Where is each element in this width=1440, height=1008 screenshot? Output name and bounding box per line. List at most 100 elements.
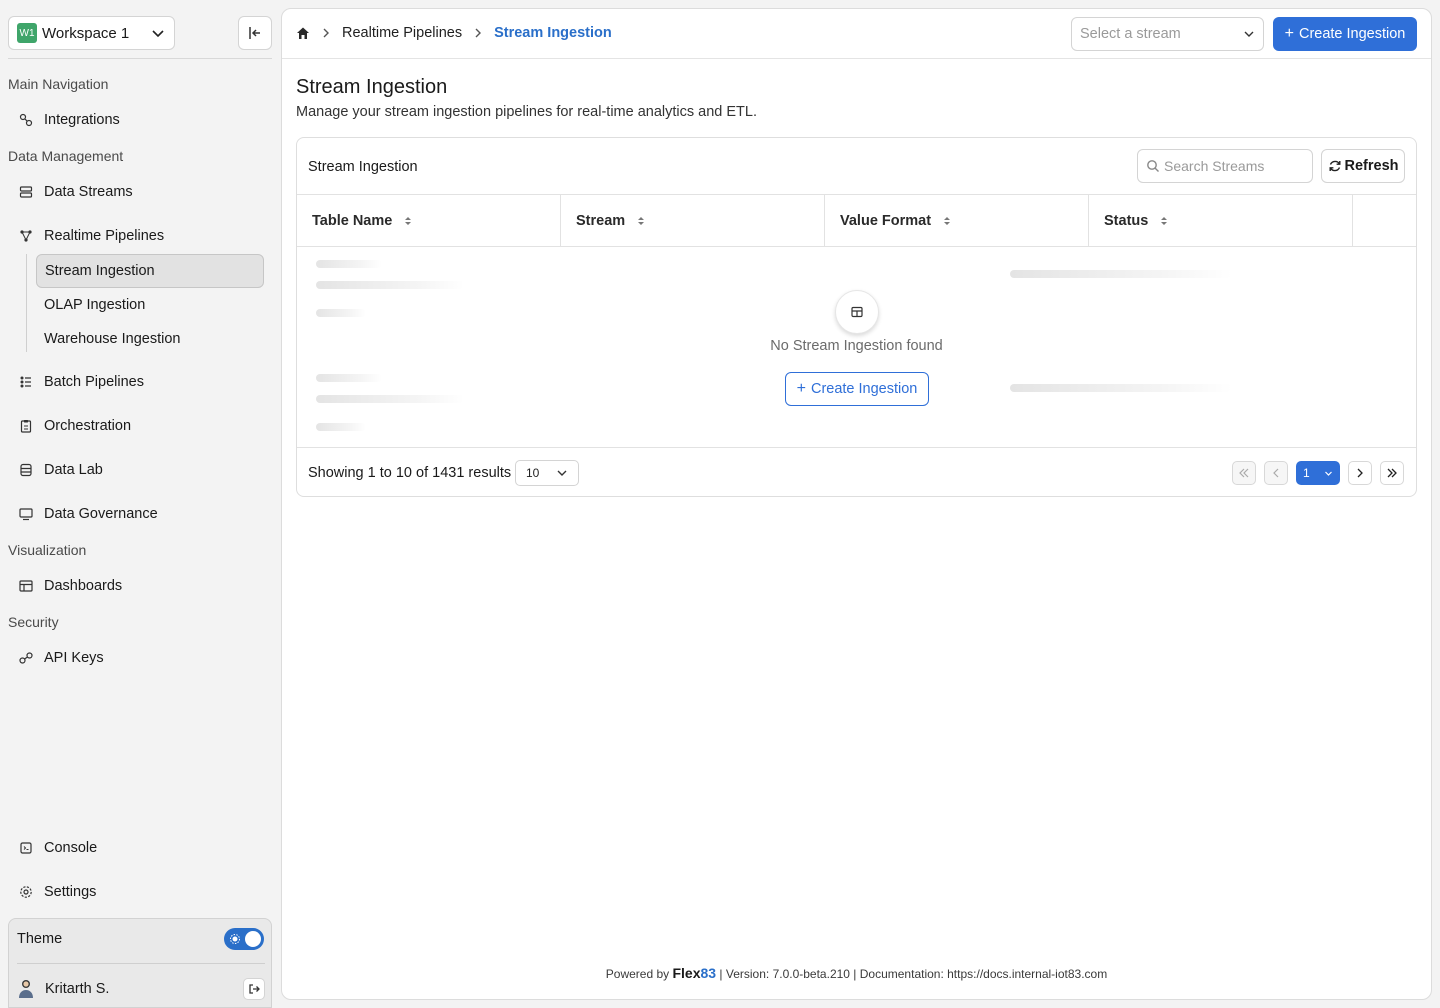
submenu-line [26,254,27,352]
collapse-sidebar-button[interactable] [238,16,272,50]
sort-icon [405,217,412,225]
stream-select[interactable]: Select a stream [1071,17,1264,51]
create-ingestion-label: Create Ingestion [1298,26,1406,42]
theme-divider [17,963,265,964]
breadcrumb: Realtime Pipelines Stream Ingestion [296,25,612,41]
gear-icon [18,884,34,900]
column-header-table-name[interactable]: Table Name [297,195,561,247]
skeleton-line [316,309,366,317]
sidebar-divider [8,58,272,59]
sidebar-item-api-keys[interactable]: API Keys [8,641,272,675]
logout-icon [249,984,260,994]
search-placeholder: Search Streams [1164,158,1265,174]
sidebar-item-data-streams[interactable]: Data Streams [8,175,272,209]
sun-icon [230,934,240,944]
brand-logo-text: Flex [672,965,701,981]
empty-state-text: No Stream Ingestion found [770,338,943,354]
column-header-value-format[interactable]: Value Format [825,195,1089,247]
current-page-value: 1 [1303,466,1310,480]
main-panel: Realtime Pipelines Stream Ingestion Sele… [281,8,1432,1000]
user-name: Kritarth S. [45,981,110,997]
refresh-icon [1329,160,1340,172]
column-header-status[interactable]: Status [1089,195,1353,247]
version-docs-text: | Version: 7.0.0-beta.210 | Documentatio… [719,967,1108,981]
dashboard-icon [18,578,34,594]
workspace-name: Workspace 1 [42,24,130,42]
sidebar-item-label: Settings [44,884,97,900]
page-size-value: 10 [526,466,540,480]
page-size-select[interactable]: 10 [515,460,579,486]
double-chevron-left-icon [1239,468,1249,478]
sidebar-item-console[interactable]: Console [8,831,272,865]
sidebar-item-label: Realtime Pipelines [44,228,165,244]
column-header-stream[interactable]: Stream [561,195,825,247]
first-page-button[interactable] [1232,461,1256,485]
sidebar-item-data-governance[interactable]: Data Governance [8,497,272,531]
skeleton-line [316,260,382,268]
refresh-label: Refresh [1344,158,1399,174]
workspace-badge: W1 [17,23,37,43]
sort-icon [1161,217,1168,225]
key-icon [18,650,34,666]
sidebar: W1 Workspace 1 Main Navigation Integrati… [0,0,280,1008]
sidebar-item-label: Integrations [44,112,120,128]
sidebar-item-label: Batch Pipelines [44,374,144,390]
sort-icon [944,217,951,225]
last-page-button[interactable] [1380,461,1404,485]
workspace-selector[interactable]: W1 Workspace 1 [8,16,175,50]
table-icon [851,306,863,318]
sidebar-item-dashboards[interactable]: Dashboards [8,569,272,603]
sidebar-item-label: API Keys [44,650,104,666]
sidebar-item-label: Warehouse Ingestion [44,331,181,347]
sidebar-item-label: Data Streams [44,184,133,200]
current-page-select[interactable]: 1 [1296,461,1340,485]
search-input[interactable]: Search Streams [1137,149,1313,183]
home-icon[interactable] [296,26,310,40]
chevron-down-icon [557,470,567,476]
sidebar-item-label: Dashboards [44,578,123,594]
sidebar-item-realtime-pipelines[interactable]: Realtime Pipelines [8,219,272,253]
stream-select-placeholder: Select a stream [1080,26,1181,42]
skeleton-line [316,395,464,403]
empty-create-label: Create Ingestion [810,381,918,397]
page-title: Stream Ingestion [296,76,448,98]
sidebar-item-stream-ingestion[interactable]: Stream Ingestion [36,254,264,288]
empty-create-ingestion-button[interactable]: + Create Ingestion [785,372,929,406]
breadcrumb-parent[interactable]: Realtime Pipelines [342,25,462,41]
sidebar-item-batch-pipelines[interactable]: Batch Pipelines [8,365,272,399]
column-label: Value Format [840,213,932,229]
user-row: Kritarth S. [17,977,265,1001]
integrations-icon [18,112,34,128]
prev-page-button[interactable] [1264,461,1288,485]
chevron-left-icon [1273,468,1279,478]
card-header: Stream Ingestion Search Streams Refresh [297,138,1416,195]
create-ingestion-button[interactable]: + Create Ingestion [1273,17,1417,51]
plus-icon: + [1284,25,1294,42]
collapse-left-icon [249,27,260,39]
sidebar-item-olap-ingestion[interactable]: OLAP Ingestion [36,288,264,322]
sidebar-item-label: Stream Ingestion [45,263,155,279]
chevron-right-icon [475,28,482,38]
theme-toggle[interactable] [224,928,264,950]
skeleton-line [316,423,366,431]
sidebar-item-orchestration[interactable]: Orchestration [8,409,272,443]
table-header: Table Name Stream Value Format Status [297,195,1416,247]
page-description: Manage your stream ingestion pipelines f… [296,104,758,120]
sidebar-item-settings[interactable]: Settings [8,875,272,909]
sidebar-item-label: OLAP Ingestion [44,297,146,313]
refresh-button[interactable]: Refresh [1321,149,1405,183]
data-lab-icon [18,462,34,478]
clipboard-icon [18,418,34,434]
skeleton-line [316,281,464,289]
section-data-management: Data Management [8,148,124,164]
logout-button[interactable] [243,978,265,1000]
sidebar-item-label: Orchestration [44,418,132,434]
next-page-button[interactable] [1348,461,1372,485]
sidebar-item-integrations[interactable]: Integrations [8,103,272,137]
column-label: Status [1104,213,1149,229]
sidebar-item-data-lab[interactable]: Data Lab [8,453,272,487]
double-chevron-right-icon [1387,468,1397,478]
chevron-right-icon [323,28,329,38]
brand-logo-number: 83 [700,965,717,981]
sidebar-item-warehouse-ingestion[interactable]: Warehouse Ingestion [36,322,264,356]
